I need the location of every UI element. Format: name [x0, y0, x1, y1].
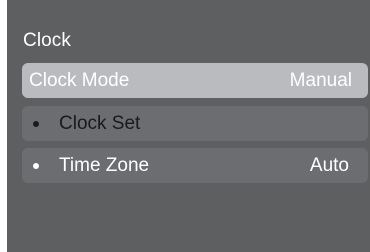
menu-item-value: Manual: [289, 69, 352, 91]
panel-title: Clock: [23, 30, 72, 51]
menu-item-label: Time Zone: [59, 154, 150, 176]
bullet-icon: [33, 121, 39, 127]
menu-item-clock-set[interactable]: Clock Set: [22, 106, 368, 141]
menu-item-time-zone[interactable]: Time Zone Auto: [22, 148, 368, 183]
menu-item-value: Auto: [309, 154, 349, 176]
clock-menu-panel: Clock Clock Mode Manual Clock Set Time Z…: [7, 0, 370, 252]
menu-item-label: Clock Set: [59, 112, 141, 134]
menu-item-clock-mode[interactable]: Clock Mode Manual: [22, 63, 368, 98]
menu-item-label: Clock Mode: [29, 69, 130, 91]
bullet-icon: [33, 163, 39, 169]
